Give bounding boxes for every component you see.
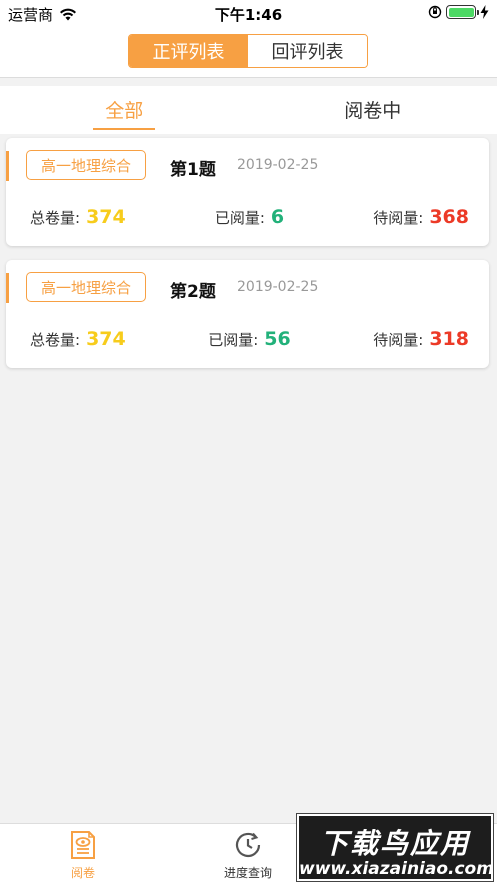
question-date: 2019-02-25 [237,279,319,295]
card-stats: 总卷量: 374 已阅量: 6 待阅量: 368 [30,206,469,228]
stat-read-label: 已阅量: [214,209,265,227]
question-title: 第1题 [170,160,216,180]
stat-total-value: 374 [86,206,126,228]
charging-bolt-icon [480,5,489,19]
battery-icon [446,5,479,19]
stat-pending-label: 待阅量: [373,331,424,349]
exam-paper-icon [71,831,95,859]
card-stats: 总卷量: 374 已阅量: 56 待阅量: 318 [30,328,469,350]
active-tab-indicator [93,128,156,130]
stat-pending: 待阅量: 318 [373,328,469,350]
filter-tabs: 全部 阅卷中 [0,86,497,134]
question-title: 第2题 [170,282,216,302]
nav-item-progress[interactable]: 进度查询 [198,830,298,881]
list-type-segmented-control: 正评列表 回评列表 [128,34,368,68]
question-card-list: 高一地理综合 第1题 2019-02-25 总卷量: 374 已阅量: 6 待阅… [6,138,489,382]
watermark-title: 下载鸟应用 [319,827,470,860]
stat-read-value: 56 [264,328,291,350]
nav-header: 正评列表 回评列表 [0,26,497,78]
question-date: 2019-02-25 [237,157,319,173]
orientation-lock-icon [428,5,442,19]
card-accent-bar [6,273,9,303]
tab-grading-label: 阅卷中 [344,100,402,122]
watermark-logo: 下载鸟应用 www.xiazainiao.com [296,813,494,882]
nav-item-grading[interactable]: 阅卷 [33,830,133,881]
nav-item-grading-label: 阅卷 [70,866,95,880]
nav-item-progress-label: 进度查询 [223,866,272,880]
status-bar: 运营商 下午1:46 [0,0,497,26]
subject-tag: 高一地理综合 [26,150,147,180]
stat-pending-value: 368 [429,206,469,228]
card-accent-bar [6,151,9,181]
stat-pending-value: 318 [429,328,469,350]
stat-total: 总卷量: 374 [30,206,126,228]
tab-all[interactable]: 全部 [0,86,249,134]
clock: 下午1:46 [214,6,283,24]
segment-re-review[interactable]: 回评列表 [248,35,367,67]
stat-read-value: 6 [270,206,285,228]
question-card[interactable]: 高一地理综合 第1题 2019-02-25 总卷量: 374 已阅量: 6 待阅… [6,138,489,246]
stat-read: 已阅量: 6 [215,206,284,228]
clock-history-icon [235,832,261,858]
segment-formal-review[interactable]: 正评列表 [129,35,248,67]
tab-all-label: 全部 [105,100,144,122]
stat-total-label: 总卷量: [30,209,81,227]
subject-tag: 高一地理综合 [26,272,147,302]
stat-read: 已阅量: 56 [208,328,291,350]
stat-total-value: 374 [86,328,126,350]
tab-grading[interactable]: 阅卷中 [249,86,497,134]
question-card[interactable]: 高一地理综合 第2题 2019-02-25 总卷量: 374 已阅量: 56 待… [6,260,489,368]
watermark-site: www.xiazainiao.com [299,859,494,879]
status-right [428,5,489,19]
stat-read-label: 已阅量: [208,331,259,349]
stat-pending: 待阅量: 368 [373,206,469,228]
stat-pending-label: 待阅量: [373,209,424,227]
stat-total-label: 总卷量: [30,331,81,349]
stat-total: 总卷量: 374 [30,328,126,350]
